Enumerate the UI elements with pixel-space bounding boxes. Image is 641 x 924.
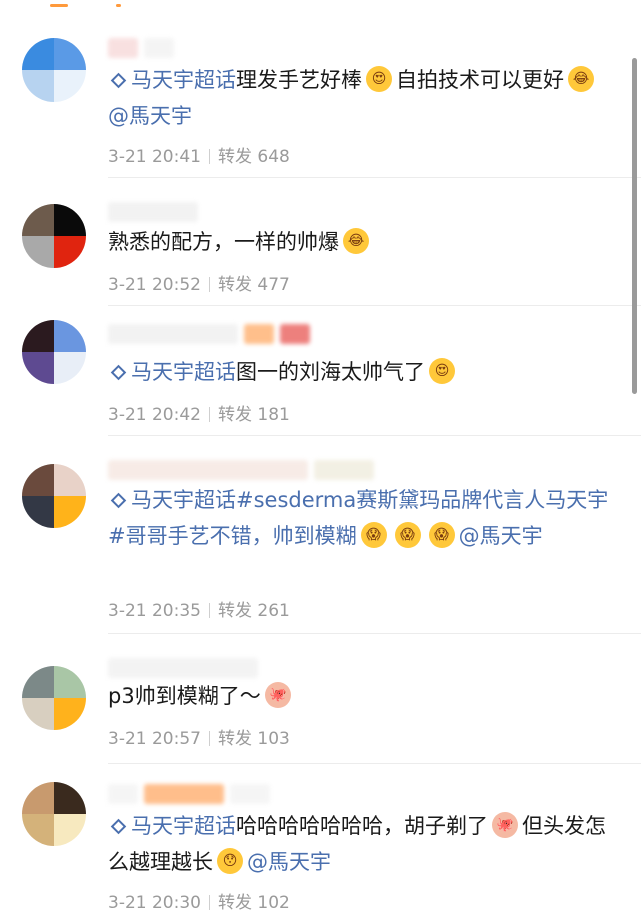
repost-button[interactable]: 转发 181: [218, 405, 290, 425]
nickname-blurred[interactable]: [108, 658, 258, 678]
screaming-face-emoji-icon: 😱: [394, 522, 421, 548]
comment-text: 马天宇超话理发手艺好棒 😍 自拍技术可以更好 😂@馬天宇: [108, 62, 618, 134]
nickname-blurred[interactable]: [108, 324, 310, 344]
timestamp: 3-21 20:52: [108, 275, 201, 295]
tears-of-joy-emoji-icon: 😂: [343, 228, 369, 254]
timestamp: 3-21 20:42: [108, 405, 201, 425]
comment-meta: 3-21 20:35 转发 261: [108, 596, 290, 621]
super-topic-icon: [110, 818, 127, 834]
surprised-face-emoji-icon: 😯: [217, 848, 243, 874]
timestamp: 3-21 20:57: [108, 729, 201, 749]
nickname-blurred[interactable]: [108, 784, 270, 804]
comment-text: 马天宇超话#sesderma赛斯黛玛品牌代言人马天宇#哥哥手艺不错，帅到模糊 😱 😱…: [108, 482, 618, 554]
comment-item: 马天宇超话哈哈哈哈哈哈哈，胡子剃了 🐙 但头发怎么越理越长 😯 @馬天宇 3-21 20…: [0, 764, 641, 924]
nickname-blurred[interactable]: [108, 202, 198, 222]
comment-item: 马天宇超话理发手艺好棒 😍 自拍技术可以更好 😂@馬天宇 3-21 20:41 转发 6…: [0, 18, 641, 178]
comment-meta: 3-21 20:57 转发 103: [108, 724, 290, 749]
comment-item: 马天宇超话#sesderma赛斯黛玛品牌代言人马天宇#哥哥手艺不错，帅到模糊 😱 😱…: [0, 436, 641, 634]
comment-meta: 3-21 20:30 转发 102: [108, 888, 290, 913]
comment-item: p3帅到模糊了～ 🐙 3-21 20:57 转发 103: [0, 634, 641, 764]
comment-meta: 3-21 20:41 转发 648: [108, 142, 290, 167]
repost-count: 103: [257, 729, 290, 749]
timestamp: 3-21 20:30: [108, 893, 201, 913]
comment-text: 马天宇超话哈哈哈哈哈哈哈，胡子剃了 🐙 但头发怎么越理越长 😯 @馬天宇: [108, 812, 606, 874]
super-topic-icon: [110, 72, 127, 88]
repost-button[interactable]: 转发 648: [218, 147, 290, 167]
avatar[interactable]: [22, 464, 86, 528]
avatar[interactable]: [22, 666, 86, 730]
repost-button[interactable]: 转发 477: [218, 275, 290, 295]
heart-eyes-emoji-icon: 😍: [429, 358, 455, 384]
nickname-blurred[interactable]: [108, 460, 374, 480]
tears-of-joy-emoji-icon: 😂: [568, 66, 594, 92]
comment-text: p3帅到模糊了～ 🐙: [108, 678, 618, 714]
avatar[interactable]: [22, 38, 86, 102]
nickname-blurred[interactable]: [108, 38, 174, 58]
super-topic-link[interactable]: 马天宇超话: [108, 68, 236, 92]
repost-count: 477: [257, 275, 290, 295]
mention-link[interactable]: @馬天宇: [459, 524, 543, 548]
pig-emoji-icon: 🐙: [264, 682, 291, 708]
repost-count: 648: [257, 147, 290, 167]
avatar[interactable]: [22, 204, 86, 268]
top-partial-row: [0, 0, 641, 14]
scrollbar[interactable]: [632, 58, 637, 394]
heart-eyes-emoji-icon: 😍: [366, 66, 392, 92]
super-topic-link[interactable]: 马天宇超话: [108, 488, 236, 512]
repost-button[interactable]: 转发 102: [218, 893, 290, 913]
super-topic-icon: [110, 364, 127, 380]
comment-meta: 3-21 20:42 转发 181: [108, 400, 290, 425]
mention-link[interactable]: @馬天宇: [108, 104, 192, 128]
pig-emoji-icon: 🐙: [492, 812, 518, 838]
comment-item: 马天宇超话图一的刘海太帅气了 😍 3-21 20:42 转发 181: [0, 306, 641, 436]
super-topic-icon: [110, 492, 127, 508]
repost-count: 261: [257, 601, 290, 621]
timestamp: 3-21 20:41: [108, 147, 201, 167]
comment-text: 马天宇超话图一的刘海太帅气了 😍: [108, 354, 618, 390]
super-topic-link[interactable]: 马天宇超话: [108, 360, 236, 384]
timestamp: 3-21 20:35: [108, 601, 201, 621]
repost-button[interactable]: 转发 261: [218, 601, 290, 621]
repost-count: 181: [257, 405, 290, 425]
comment-item: 熟悉的配方，一样的帅爆 😂 3-21 20:52 转发 477: [0, 178, 641, 306]
avatar[interactable]: [22, 782, 86, 846]
screaming-face-emoji-icon: 😱: [428, 522, 455, 548]
mention-link[interactable]: @馬天宇: [247, 850, 331, 874]
screaming-face-emoji-icon: 😱: [360, 522, 387, 548]
avatar[interactable]: [22, 320, 86, 384]
repost-button[interactable]: 转发 103: [218, 729, 290, 749]
comment-meta: 3-21 20:52 转发 477: [108, 270, 290, 295]
super-topic-link[interactable]: 马天宇超话: [108, 814, 236, 838]
repost-count: 102: [257, 893, 290, 913]
comment-text: 熟悉的配方，一样的帅爆 😂: [108, 224, 618, 260]
